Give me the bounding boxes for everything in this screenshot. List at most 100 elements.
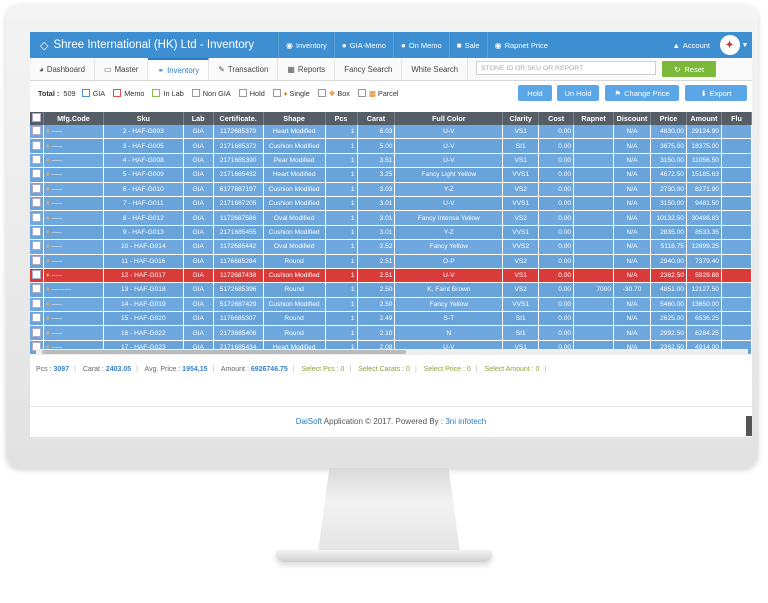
col-shape[interactable]: Shape	[263, 112, 326, 125]
checkbox[interactable]	[317, 89, 326, 97]
filter-single[interactable]: ♦ Single	[272, 89, 310, 98]
table-row[interactable]: ♦ ----- 5 - HAF-G009 GIA 2171685432 Heart Mo…	[30, 167, 752, 183]
row-checkbox-cell[interactable]	[30, 167, 44, 183]
row-checkbox[interactable]	[32, 154, 41, 164]
filter-non-gia[interactable]: Non GIA	[191, 89, 231, 98]
col-pcs[interactable]: Pcs	[325, 112, 358, 125]
row-checkbox-cell[interactable]	[30, 311, 44, 327]
footer-daisoft-link[interactable]: DaiSoft	[296, 417, 322, 426]
filter-memo[interactable]: Memo	[113, 89, 144, 98]
nav-on-memo[interactable]: ● On Memo	[392, 32, 449, 58]
footer-3ni-link[interactable]: 3ni infotech	[445, 417, 486, 426]
filter-gia[interactable]: GIA	[81, 89, 105, 98]
col-discount[interactable]: Discount	[613, 112, 652, 125]
table-row[interactable]: ♦ ----- 4 - HAF-G008 GIA 2171685390 Pear Mod…	[30, 153, 752, 169]
table-row[interactable]: ♦ ----- 6 - HAF-G010 GIA 6177687197 Cushion …	[30, 182, 752, 197]
row-checkbox[interactable]	[32, 270, 41, 280]
checkbox[interactable]	[357, 89, 366, 97]
select-all-checkbox[interactable]	[32, 113, 41, 122]
row-checkbox-cell[interactable]	[30, 125, 44, 140]
table-row[interactable]: ♦ ----- 12 - HAF-G017 GIA 1172687438 Cushion…	[30, 268, 752, 284]
nav-sale[interactable]: ■ Sale	[448, 32, 487, 58]
col-price[interactable]: Price	[650, 112, 687, 125]
table-row[interactable]: ♦ ----- 11 - HAF-G016 GIA 1176685284 Round 1 2…	[30, 254, 752, 269]
col-clarity[interactable]: Clarity	[502, 112, 540, 125]
tab-reports[interactable]: ▦ Reports	[278, 58, 336, 80]
checkbox[interactable]	[81, 89, 90, 97]
row-checkbox-cell[interactable]	[30, 182, 44, 197]
col-sku[interactable]: Sku	[103, 112, 184, 125]
row-checkbox[interactable]	[32, 298, 41, 308]
row-checkbox[interactable]	[32, 126, 41, 136]
table-row[interactable]: ♦ ----- 16 - HAF-G022 GIA 2173685406 Round 1 2…	[30, 325, 752, 341]
row-checkbox-cell[interactable]	[30, 225, 44, 241]
scrollbar-thumb[interactable]	[42, 350, 406, 354]
col-mfg-code[interactable]: Mfg.Code	[43, 112, 104, 125]
row-checkbox[interactable]	[32, 327, 41, 337]
table-row[interactable]: ♦ ----- 9 - HAF-G013 GIA 2171685455 Cushion …	[30, 225, 752, 241]
col-lab[interactable]: Lab	[183, 112, 214, 125]
checkbox[interactable]	[191, 89, 200, 97]
filter-box[interactable]: ❖ Box	[317, 89, 350, 98]
table-row[interactable]: ♦ ----- 15 - HAF-G020 GIA 1176685307 Round 1 2…	[30, 311, 752, 327]
row-checkbox-cell[interactable]	[30, 239, 44, 255]
row-checkbox[interactable]	[32, 284, 41, 294]
col-flu[interactable]: Flu	[721, 112, 752, 125]
account-menu[interactable]: ▲ Account	[672, 32, 710, 58]
col-amount[interactable]: Amount	[686, 112, 722, 125]
row-checkbox[interactable]	[32, 169, 41, 179]
tab-fancy-search[interactable]: Fancy Search	[335, 58, 403, 80]
row-checkbox-cell[interactable]	[30, 254, 44, 269]
checkbox[interactable]	[272, 89, 281, 97]
hold-button[interactable]: Hold	[518, 85, 552, 101]
stone-search-input[interactable]: STONE ID OR SKU OR REPORT	[476, 61, 657, 75]
row-checkbox-cell[interactable]	[30, 282, 44, 298]
checkbox[interactable]	[113, 89, 122, 97]
col-cost[interactable]: Cost	[538, 112, 575, 125]
nav-gia-memo[interactable]: ● GIA-Memo	[333, 32, 393, 58]
select-all-header[interactable]	[30, 112, 44, 125]
row-checkbox[interactable]	[32, 241, 41, 251]
nav-rapnet-price[interactable]: ◉ Rapnet Price	[486, 32, 555, 58]
row-checkbox-cell[interactable]	[30, 325, 44, 341]
horizontal-scrollbar[interactable]	[36, 349, 748, 355]
checkbox[interactable]	[152, 89, 161, 97]
col-full-color[interactable]: Full Color	[394, 112, 504, 125]
unhold-button[interactable]: Un Hold	[557, 85, 599, 101]
row-checkbox-cell[interactable]	[30, 153, 44, 169]
change-price-button[interactable]: ⚑ Change Price	[605, 85, 679, 101]
col-certificate[interactable]: Certificate.	[213, 112, 264, 125]
vertical-scrollbar[interactable]	[746, 416, 752, 436]
row-checkbox[interactable]	[32, 313, 41, 323]
export-button[interactable]: ⬇ Export	[685, 85, 747, 101]
table-row[interactable]: ♦ ----- 7 - HAF-G011 GIA 2171687205 Cushion …	[30, 196, 752, 212]
user-logo-dropdown[interactable]: ✦ ▼	[716, 32, 752, 58]
row-checkbox-cell[interactable]	[30, 196, 44, 212]
row-checkbox[interactable]	[32, 226, 41, 236]
nav-inventory[interactable]: ◉ Inventory	[278, 32, 334, 58]
table-row[interactable]: ♦ ----- 14 - HAF-G019 GIA 5172687429 Cushion…	[30, 297, 752, 313]
table-row[interactable]: ♦ ----- 8 - HAF-G012 GIA 1172687586 Oval Mod…	[30, 210, 752, 226]
tab-white-search[interactable]: White Search	[402, 58, 469, 80]
col-carat[interactable]: Carat	[357, 112, 396, 125]
row-checkbox-cell[interactable]	[30, 138, 44, 154]
tab-master[interactable]: ▭ Master	[95, 58, 149, 80]
table-row[interactable]: ♦ ----- 10 - HAF-G014 GIA 1172685442 Oval Mo…	[30, 239, 752, 255]
col-rapnet[interactable]: Rapnet	[573, 112, 615, 125]
tab-dashboard[interactable]: ◕ Dashboard	[30, 58, 95, 80]
checkbox[interactable]	[238, 89, 247, 97]
row-checkbox[interactable]	[32, 183, 41, 193]
tab-transaction[interactable]: ✎ Transaction	[209, 58, 279, 80]
row-checkbox[interactable]	[32, 140, 41, 150]
reset-button[interactable]: ↻ Reset	[662, 61, 717, 77]
table-row[interactable]: ♦ --------- 13 - HAF-G018 GIA 5172685396 Rou…	[30, 282, 752, 298]
row-checkbox[interactable]	[32, 255, 41, 265]
table-row[interactable]: ♦ ----- 2 - HAF-G003 GIA 1172685370 Heart Mo…	[30, 125, 752, 140]
row-checkbox-cell[interactable]	[30, 297, 44, 313]
filter-parcel[interactable]: ▩ Parcel	[357, 89, 399, 98]
tab-inventory[interactable]: ⚭ Inventory	[148, 58, 210, 80]
row-checkbox-cell[interactable]	[30, 268, 44, 284]
row-checkbox[interactable]	[32, 198, 41, 208]
table-row[interactable]: ♦ ----- 3 - HAF-G005 GIA 2171685372 Cushion …	[30, 138, 752, 154]
row-checkbox-cell[interactable]	[30, 210, 44, 226]
